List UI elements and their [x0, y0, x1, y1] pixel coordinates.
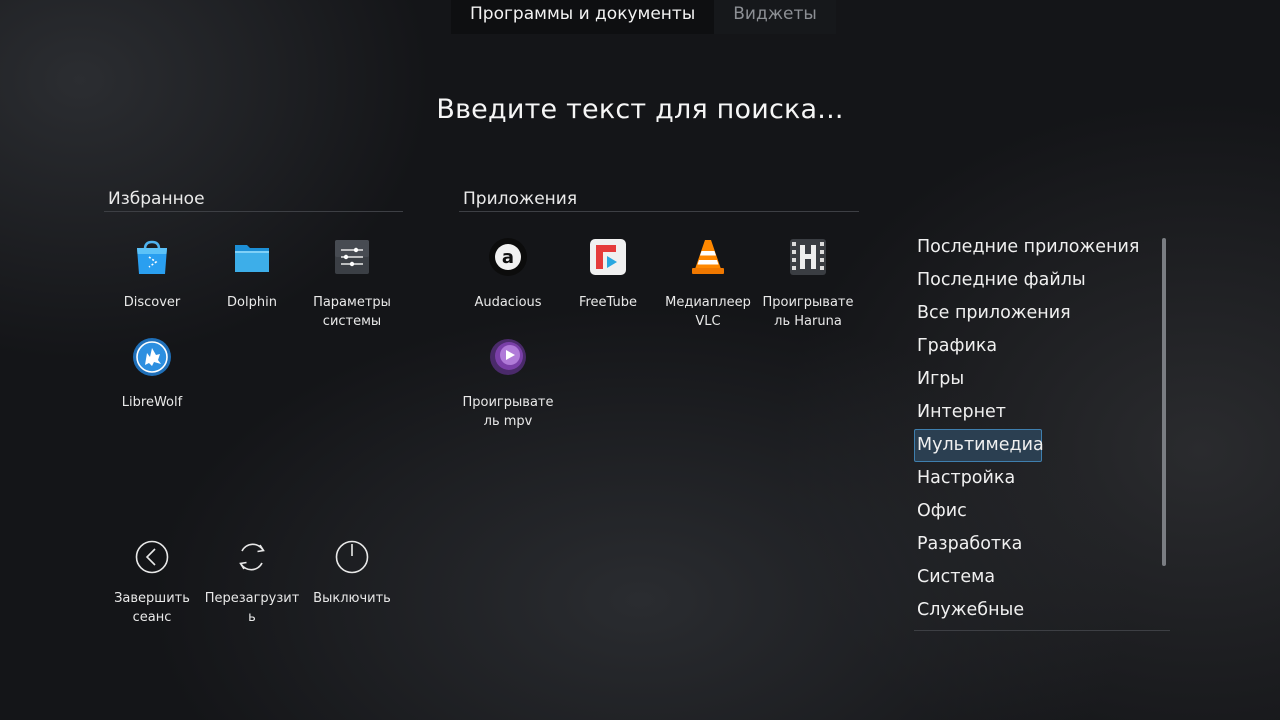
favorite-dolphin[interactable]: Dolphin [202, 237, 302, 312]
favorite-librewolf[interactable]: LibreWolf [102, 337, 202, 412]
applications-title: Приложения [463, 189, 578, 209]
shutdown-button[interactable]: Выключить [302, 539, 402, 608]
tab-bar: Программы и документы Виджеты [451, 0, 836, 34]
mpv-icon [490, 339, 526, 375]
vlc-icon [692, 240, 724, 274]
restart-icon [239, 543, 265, 571]
tab-apps-and-docs[interactable]: Программы и документы [451, 0, 715, 34]
app-vlc[interactable]: Медиаплеер VLC [658, 237, 758, 331]
power-label: Перезагрузит ь [204, 591, 300, 625]
haruna-icon [790, 239, 826, 275]
category-settings[interactable]: Настройка [914, 462, 1042, 495]
app-label: Проигрывате ль mpv [462, 395, 554, 429]
app-mpv[interactable]: Проигрывате ль mpv [458, 337, 558, 431]
category-all-apps[interactable]: Все приложения [914, 297, 1071, 330]
app-audacious[interactable]: a Audacious [458, 237, 558, 312]
category-internet[interactable]: Интернет [914, 396, 1042, 429]
category-divider [914, 630, 1170, 631]
audacious-icon: a [489, 238, 527, 276]
applications-divider [459, 211, 859, 212]
app-freetube[interactable]: FreeTube [558, 237, 658, 312]
app-label: Медиаплеер VLC [665, 295, 751, 329]
power-label: Выключить [313, 591, 391, 606]
folder-icon [235, 245, 269, 272]
app-label: FreeTube [578, 295, 638, 310]
category-recent-files[interactable]: Последние файлы [914, 264, 1086, 297]
app-label: Audacious [474, 295, 542, 310]
category-utilities[interactable]: Служебные [914, 594, 1042, 627]
shutdown-icon [335, 540, 369, 574]
logout-icon [135, 540, 169, 574]
librewolf-icon [133, 338, 171, 376]
favorites-divider [104, 211, 403, 212]
power-label: Завершить сеанс [114, 591, 190, 625]
category-graphics[interactable]: Графика [914, 330, 1042, 363]
app-label: Проигрывате ль Haruna [762, 295, 854, 329]
favorite-label: Discover [123, 295, 181, 310]
tab-widgets[interactable]: Виджеты [714, 0, 836, 34]
app-haruna[interactable]: Проигрывате ль Haruna [758, 237, 858, 331]
category-scrollbar[interactable] [1162, 238, 1166, 566]
favorites-title: Избранное [108, 189, 205, 209]
freetube-icon [590, 239, 626, 275]
category-development[interactable]: Разработка [914, 528, 1042, 561]
search-field[interactable]: Введите текст для поиска... [0, 94, 1280, 125]
discover-icon [137, 240, 167, 274]
category-recent-apps[interactable]: Последние приложения [914, 231, 1139, 264]
restart-button[interactable]: Перезагрузит ь [202, 539, 302, 627]
category-system[interactable]: Система [914, 561, 1042, 594]
svg-text:a: a [502, 247, 514, 268]
favorite-label: Dolphin [227, 295, 277, 310]
category-list: Последние приложения Последние файлы Все… [914, 231, 1164, 627]
favorite-label: Параметры системы [313, 295, 391, 329]
settings-icon [335, 240, 369, 274]
favorite-system-settings[interactable]: Параметры системы [302, 237, 402, 331]
category-office[interactable]: Офис [914, 495, 1042, 528]
category-multimedia[interactable]: Мультимедиа [914, 429, 1044, 462]
favorite-discover[interactable]: Discover [102, 237, 202, 312]
category-games[interactable]: Игры [914, 363, 1042, 396]
favorite-label: LibreWolf [121, 395, 183, 410]
logout-button[interactable]: Завершить сеанс [102, 539, 202, 627]
